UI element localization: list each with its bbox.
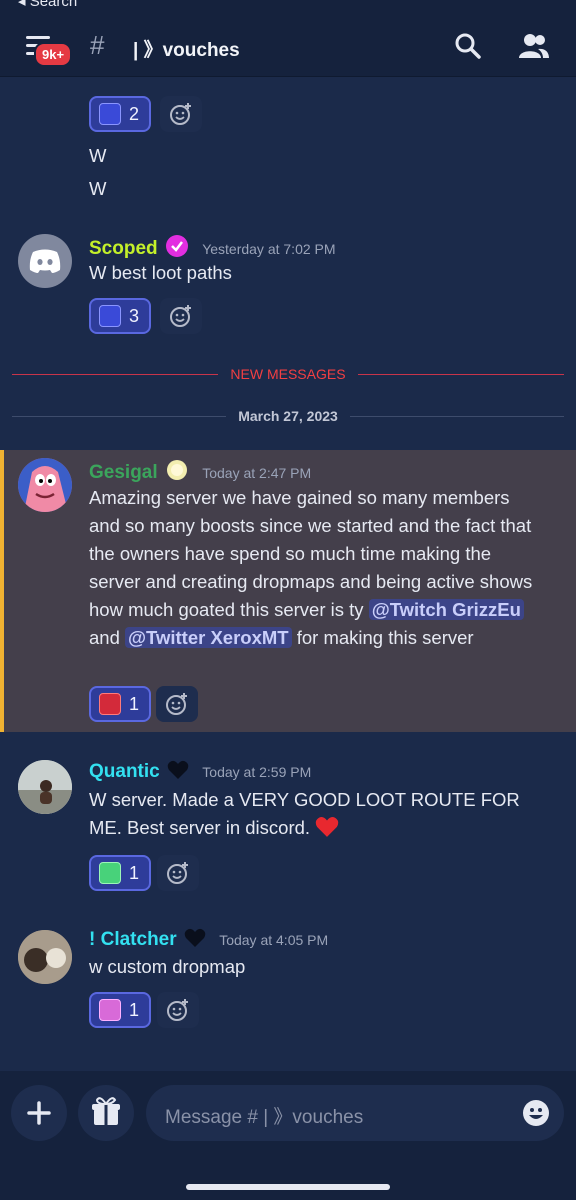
reaction-chip[interactable]: 1 [89,992,152,1028]
add-reaction-button[interactable] [160,298,202,334]
patrick-avatar-icon [18,458,72,512]
user-mention[interactable]: @Twitch GrizzEu [368,599,524,620]
custom-emoji-icon [99,103,121,125]
discord-logo-icon [29,249,61,273]
avatar[interactable] [18,760,72,814]
heart-icon [184,928,206,947]
avatar[interactable] [18,234,72,288]
heart-icon [315,817,339,837]
message-text: W server. Made a VERY GOOD LOOT ROUTE FO… [89,789,520,838]
status-bar: ◂ Search [0,0,576,14]
plus-icon [27,1101,51,1125]
date-divider: March 27, 2023 [226,408,350,424]
heart-icon [167,760,189,779]
search-icon[interactable] [454,32,482,60]
message-text: W [89,178,107,199]
avatar[interactable] [18,930,72,984]
author-name[interactable]: ! Clatcher [89,929,177,950]
add-reaction-icon [167,999,188,1021]
custom-emoji-icon [99,862,121,884]
members-icon[interactable] [518,32,550,60]
add-reaction-icon [170,103,191,125]
user-mention[interactable]: @Twitter XeroxMT [125,627,292,648]
add-reaction-button[interactable] [157,855,199,891]
add-attachment-button[interactable] [11,1085,67,1141]
timestamp: Yesterday at 7:02 PM [202,241,336,257]
unread-badge: 9k+ [34,42,73,67]
badge-icon [166,460,187,480]
verified-icon [165,235,188,257]
message-input[interactable]: Message # | 》vouches [146,1085,564,1141]
gift-icon [92,1097,120,1125]
message-placeholder: Message # | 》vouches [165,1107,364,1128]
add-reaction-icon [166,693,187,715]
home-indicator [186,1184,390,1190]
channel-name[interactable]: | 》vouches [133,35,240,62]
composer-bar: Message # | 》vouches [0,1071,576,1200]
add-reaction-button[interactable] [160,96,202,132]
message-text: W best loot paths [89,262,232,283]
timestamp: Today at 2:47 PM [202,465,312,481]
add-reaction-button[interactable] [157,992,199,1028]
timestamp: Today at 4:05 PM [219,932,329,948]
emoji-icon[interactable] [522,1099,550,1127]
author-name[interactable]: Quantic [89,761,160,782]
hash-icon: # [90,30,105,60]
custom-emoji-icon [99,305,121,327]
reaction-chip[interactable]: 1 [89,686,152,722]
author-name[interactable]: Scoped [89,238,158,259]
message-list[interactable]: 2 W W Scoped Yesterday at 7:02 PM W best… [0,76,576,1071]
add-reaction-button[interactable] [156,686,198,722]
add-reaction-icon [170,305,191,327]
reaction-chip[interactable]: 2 [89,96,152,132]
avatar[interactable] [18,458,72,512]
photo-avatar-icon [18,760,72,814]
reaction-chip[interactable]: 3 [89,298,152,334]
photo-avatar-icon [18,930,72,984]
gift-button[interactable] [78,1085,134,1141]
new-messages-divider: NEW MESSAGES [218,366,358,382]
timestamp: Today at 2:59 PM [202,764,312,780]
custom-emoji-icon [99,999,121,1021]
author-name[interactable]: Gesigal [89,462,158,483]
back-to-search[interactable]: ◂ Search [18,0,77,10]
message-text: W [89,145,107,166]
message-text: w custom dropmap [89,956,246,977]
channel-header: 9k+ # | 》vouches [0,14,576,77]
message-text: Amazing server we have gained so many me… [89,487,533,648]
reaction-chip[interactable]: 1 [89,855,152,891]
custom-emoji-icon [99,693,121,715]
add-reaction-icon [167,862,188,884]
